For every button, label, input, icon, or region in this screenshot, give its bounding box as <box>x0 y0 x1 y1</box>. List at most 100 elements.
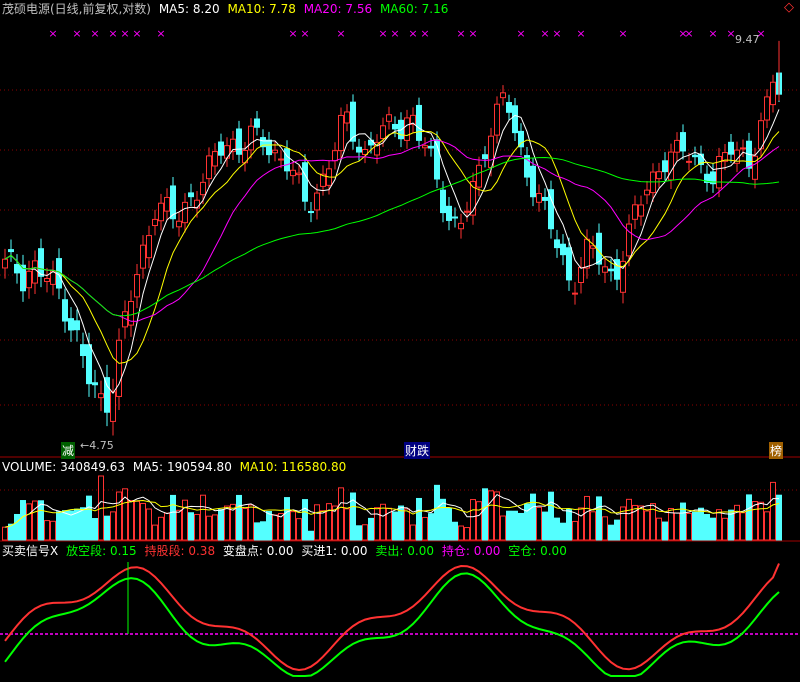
candle-body <box>74 320 80 331</box>
candle-body <box>86 344 92 385</box>
candle-body <box>134 274 140 298</box>
volume-bar <box>716 509 722 541</box>
vol-ma10-label-text: MA10: <box>239 460 278 474</box>
candle-body <box>14 263 20 274</box>
volume-bar <box>698 507 704 541</box>
volume-label-text: VOLUME: <box>2 460 57 474</box>
candle-body <box>338 114 344 152</box>
signal-marker: × <box>132 27 141 40</box>
volume-bar <box>734 504 740 541</box>
vol-ma5-label-text: MA5: <box>132 460 164 474</box>
candle-body <box>452 216 458 219</box>
volume-bar <box>434 484 440 541</box>
volume-bar <box>392 511 398 541</box>
candle-body <box>152 218 158 227</box>
tag-bang[interactable]: 榜 <box>769 442 784 459</box>
tag-caibao[interactable]: 财跌 <box>404 442 431 459</box>
maichu-label-text: 卖出: <box>375 544 404 558</box>
candle-body <box>356 146 362 153</box>
candle-body <box>422 145 428 149</box>
maichu-value: 0.00 <box>407 544 434 558</box>
volume-bar <box>326 503 332 541</box>
candle-body <box>218 141 224 156</box>
candle-body <box>632 204 638 220</box>
volume-bar <box>584 495 590 541</box>
volume-bar <box>62 510 68 541</box>
volume-bar <box>134 500 140 541</box>
volume-label: VOLUME: 340849.63 <box>2 460 125 474</box>
candle-body <box>602 266 608 273</box>
volume-bar <box>452 521 458 541</box>
bianpan-value: 0.00 <box>266 544 294 558</box>
volume-bar <box>770 481 776 541</box>
volume-bar <box>524 503 530 541</box>
signal-marker: × <box>288 27 297 40</box>
ma10-label-text: MA10: <box>227 2 266 16</box>
candle-body <box>572 292 578 295</box>
price-header: 茂硕电源(日线,前复权,对数) MA5: 8.20 MA10: 7.78 MA2… <box>2 2 452 16</box>
fangkong-line <box>4 572 780 677</box>
volume-bar <box>50 520 56 541</box>
mairu-label: 买进1: 0.00 <box>301 544 367 558</box>
candle-body <box>44 278 50 282</box>
volume-bar <box>488 490 494 541</box>
volume-bar <box>626 498 632 541</box>
candle-body <box>296 172 302 176</box>
tag-jian[interactable]: 减 <box>61 442 76 459</box>
candle-body <box>458 222 464 230</box>
bianpan-label: 变盘点: 0.00 <box>223 544 294 558</box>
volume-bar <box>344 508 350 541</box>
volume-bar <box>356 525 362 541</box>
volume-header: VOLUME: 340849.63 MA5: 190594.80 MA10: 1… <box>2 460 350 474</box>
volume-bar <box>140 502 146 541</box>
signal-marker: × <box>300 27 309 40</box>
candle-body <box>578 266 584 284</box>
volume-bar <box>116 491 122 541</box>
volume-bar <box>410 524 416 541</box>
kongcang-label-text: 空仓: <box>508 544 537 558</box>
volume-bar <box>362 524 368 541</box>
volume-bar <box>710 517 716 541</box>
mairu-value: 0.00 <box>340 544 368 558</box>
volume-bar <box>296 518 302 541</box>
candle-body <box>284 148 290 172</box>
kongcang-value: 0.00 <box>540 544 567 558</box>
candle-body <box>662 160 668 173</box>
volume-bar <box>608 524 614 541</box>
candle-body <box>554 239 560 249</box>
candle-body <box>314 192 320 211</box>
candle-body <box>80 344 86 357</box>
candle-body <box>38 248 44 277</box>
volume-bar <box>602 516 608 541</box>
vol-ma5-label: MA5: 190594.80 <box>133 460 232 474</box>
volume-bar <box>644 510 650 541</box>
candle-body <box>158 202 164 222</box>
signal-marker: × <box>90 27 99 40</box>
fangkong-value: 0.15 <box>109 544 137 558</box>
diamond-icon[interactable]: ◇ <box>784 1 794 14</box>
candle-body <box>530 165 536 198</box>
volume-bar <box>38 500 44 541</box>
volume-bar <box>440 498 446 541</box>
signal-marker: × <box>120 27 129 40</box>
volume-bar <box>752 501 758 541</box>
candle-body <box>254 118 260 128</box>
volume-bar <box>458 525 464 541</box>
volume-bar <box>656 517 662 541</box>
candle-body <box>608 268 614 272</box>
volume-bar <box>692 511 698 541</box>
chicang-label-text: 持仓: <box>441 544 470 558</box>
chart-canvas: × × × × × × × × × × × × × × × × × × × × × ×× × × × <box>0 27 800 677</box>
candle-body <box>68 318 74 331</box>
chigu-value: 0.38 <box>188 544 216 558</box>
candle-body <box>464 210 470 213</box>
ma60-value: 7.16 <box>421 2 449 16</box>
volume-bar <box>722 517 728 541</box>
candle-body <box>506 102 512 113</box>
candle-body <box>566 247 572 281</box>
candle-body <box>176 220 182 228</box>
candle-body <box>2 258 8 269</box>
volume-bar <box>260 521 266 541</box>
candle-body <box>8 249 14 253</box>
ma20-label-text: MA20: <box>303 2 342 16</box>
